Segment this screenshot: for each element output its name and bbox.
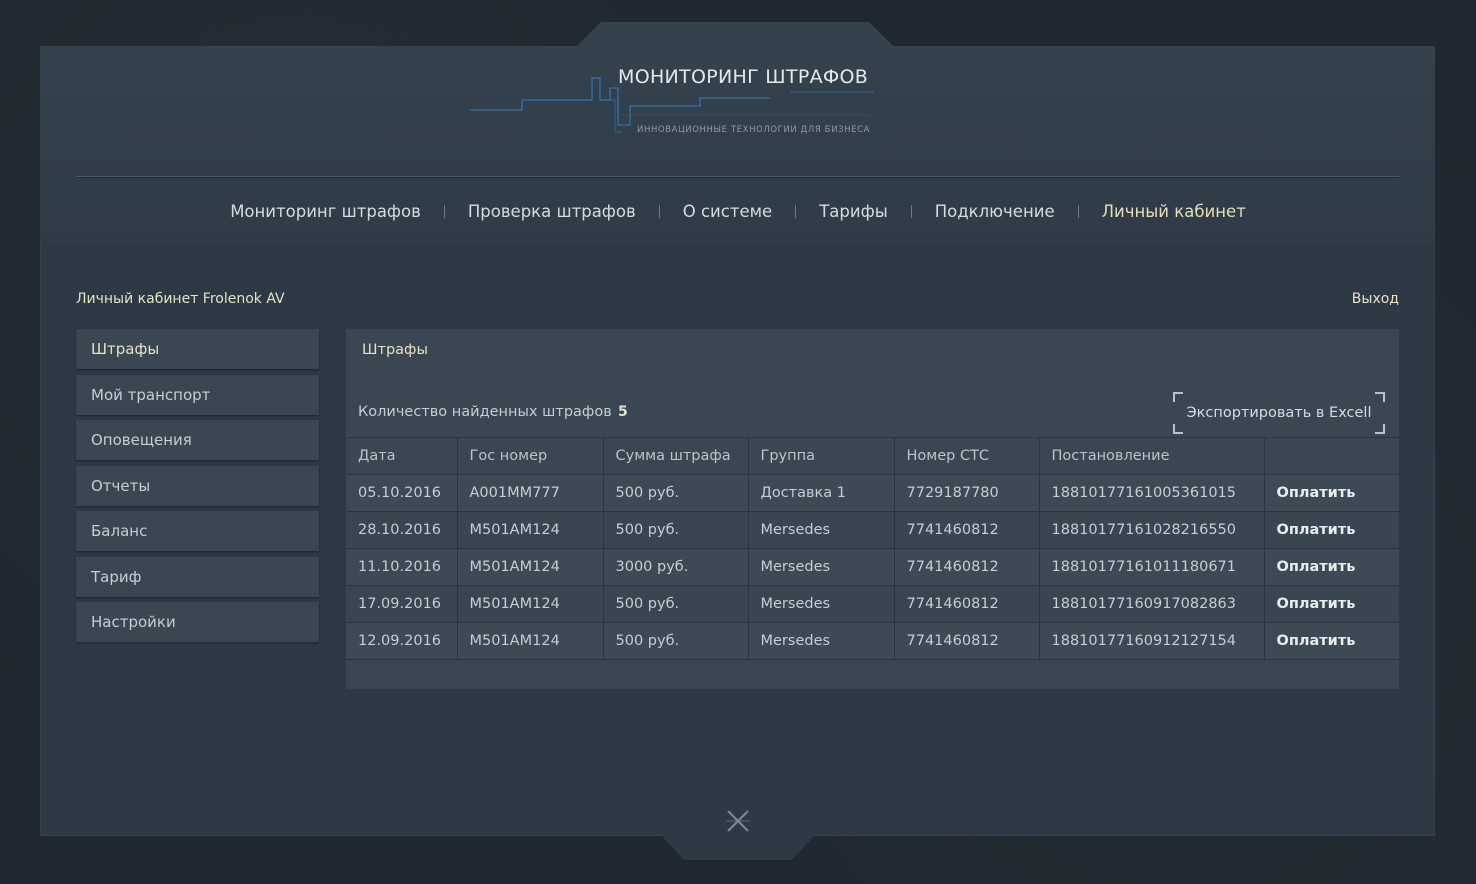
fines-panel: Штрафы Количество найденных штрафов 5 Эк…	[346, 329, 1399, 689]
fines-count-value: 5	[618, 404, 628, 420]
corner-bracket	[1375, 424, 1385, 434]
column-header-action	[1264, 437, 1399, 475]
cell-group: Mersedes	[748, 622, 895, 660]
cell-date: 12.09.2016	[346, 622, 458, 660]
column-header-date[interactable]: Дата	[346, 437, 458, 475]
cell-plate: М501АМ124	[457, 511, 604, 549]
cell-date: 17.09.2016	[346, 585, 458, 623]
nav-item-tariffs[interactable]: Тарифы	[796, 202, 911, 221]
sidebar-item-notifications[interactable]: Оповещения	[76, 420, 319, 460]
nav-item-monitoring[interactable]: Мониторинг штрафов	[207, 202, 444, 221]
pay-button[interactable]: Оплатить	[1264, 548, 1399, 586]
footer-bottom-tab	[660, 830, 816, 860]
cell-amount: 3000 руб.	[603, 548, 749, 586]
pay-button[interactable]: Оплатить	[1264, 622, 1399, 660]
cell-group: Доставка 1	[748, 474, 895, 512]
sidebar-item-settings[interactable]: Настройки	[76, 602, 319, 642]
cell-plate: М501АМ124	[457, 548, 604, 586]
sidebar-item-reports[interactable]: Отчеты	[76, 465, 319, 506]
cell-group: Mersedes	[748, 548, 895, 586]
logo-subtitle: ИННОВАЦИОННЫЕ ТЕХНОЛОГИИ ДЛЯ БИЗНЕСА	[637, 125, 871, 135]
cell-amount: 500 руб.	[603, 511, 749, 549]
column-header-group[interactable]: Группа	[748, 437, 895, 475]
sidebar-item-fines[interactable]: Штрафы	[76, 329, 319, 369]
logout-link[interactable]: Выход	[1352, 291, 1399, 307]
table-row: 11.10.2016 М501АМ124 3000 руб. Mersedes …	[346, 548, 1399, 586]
nav-item-connection[interactable]: Подключение	[912, 202, 1078, 221]
cell-resolution: 18810177161028216550	[1039, 511, 1265, 549]
cell-group: Mersedes	[748, 585, 895, 623]
fines-table: Дата Гос номер Сумма штрафа Группа Номер…	[346, 437, 1399, 660]
cell-resolution: 18810177161005361015	[1039, 474, 1265, 512]
cell-sts: 7741460812	[894, 548, 1040, 586]
sidebar-item-balance[interactable]: Баланс	[76, 511, 319, 551]
table-row: 17.09.2016 М501АМ124 500 руб. Mersedes 7…	[346, 585, 1399, 623]
cell-date: 05.10.2016	[346, 474, 458, 512]
cell-amount: 500 руб.	[603, 474, 749, 512]
cell-sts: 7741460812	[894, 585, 1040, 623]
cell-plate: М501АМ124	[457, 622, 604, 660]
column-header-plate[interactable]: Гос номер	[457, 437, 604, 475]
sidebar-item-transport[interactable]: Мой транспорт	[76, 374, 319, 415]
cell-date: 28.10.2016	[346, 511, 458, 549]
cell-amount: 500 руб.	[603, 585, 749, 623]
table-row: 12.09.2016 М501АМ124 500 руб. Mersedes 7…	[346, 622, 1399, 660]
cell-resolution: 18810177160912127154	[1039, 622, 1265, 660]
cell-resolution: 18810177161011180671	[1039, 548, 1265, 586]
column-header-resolution[interactable]: Постановление	[1039, 437, 1265, 475]
cell-amount: 500 руб.	[603, 622, 749, 660]
cell-sts: 7741460812	[894, 622, 1040, 660]
export-excel-button[interactable]: Экспортировать в Excell	[1173, 392, 1385, 434]
fines-count-label: Количество найденных штрафов	[358, 404, 612, 420]
nav-item-cabinet[interactable]: Личный кабинет	[1079, 202, 1269, 221]
cell-resolution: 18810177160917082863	[1039, 585, 1265, 623]
cell-sts: 7729187780	[894, 474, 1040, 512]
pay-button[interactable]: Оплатить	[1264, 474, 1399, 512]
corner-bracket	[1173, 424, 1183, 434]
nav-item-about[interactable]: О системе	[660, 202, 795, 221]
pay-button[interactable]: Оплатить	[1264, 511, 1399, 549]
pay-button[interactable]: Оплатить	[1264, 585, 1399, 623]
header-divider	[76, 176, 1399, 178]
logo-title: МОНИТОРИНГ ШТРАФОВ	[618, 66, 869, 88]
cell-group: Mersedes	[748, 511, 895, 549]
table-row: 05.10.2016 А001ММ777 500 руб. Доставка 1…	[346, 474, 1399, 512]
sidebar-item-tariff[interactable]: Тариф	[76, 556, 319, 597]
cell-plate: М501АМ124	[457, 585, 604, 623]
corner-bracket	[1173, 392, 1183, 402]
table-header-row: Дата Гос номер Сумма штрафа Группа Номер…	[346, 437, 1399, 475]
column-header-sts[interactable]: Номер СТС	[894, 437, 1040, 475]
main-nav: Мониторинг штрафов Проверка штрафов О си…	[0, 198, 1476, 224]
crossed-swords-icon	[726, 810, 750, 832]
cell-sts: 7741460812	[894, 511, 1040, 549]
panel-title: Штрафы	[362, 342, 428, 358]
nav-item-check[interactable]: Проверка штрафов	[445, 202, 659, 221]
sidebar: Штрафы Мой транспорт Оповещения Отчеты Б…	[76, 329, 319, 648]
cell-plate: А001ММ777	[457, 474, 604, 512]
export-excel-label: Экспортировать в Excell	[1186, 405, 1372, 421]
cell-date: 11.10.2016	[346, 548, 458, 586]
column-header-amount[interactable]: Сумма штрафа	[603, 437, 749, 475]
corner-bracket	[1375, 392, 1385, 402]
table-row: 28.10.2016 М501АМ124 500 руб. Mersedes 7…	[346, 511, 1399, 549]
cabinet-title: Личный кабинет Frolenok AV	[76, 291, 285, 307]
